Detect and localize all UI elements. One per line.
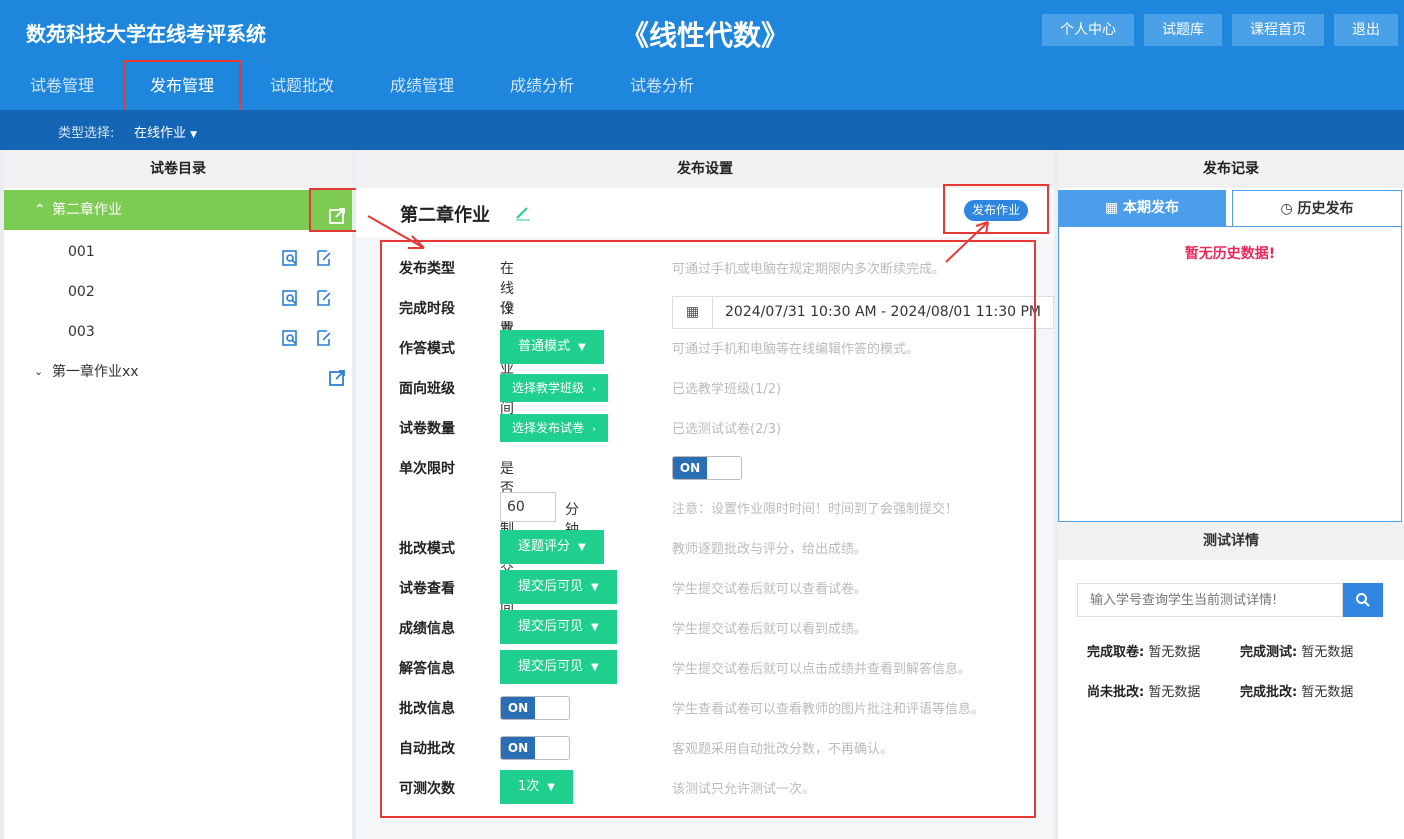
tab-current-publish[interactable]: ▦ 本期发布 (1058, 190, 1226, 226)
clock-icon: ◷ (1280, 201, 1293, 217)
panel-title: 发布记录 (1058, 150, 1404, 188)
empty-state: 暂无历史数据! (1184, 246, 1276, 262)
student-search-input[interactable] (1077, 583, 1343, 617)
stat-test-completed: 完成测试: 暂无数据 (1240, 645, 1354, 660)
calendar-icon: ▦ (1104, 200, 1119, 216)
test-detail-title: 测试详情 (1058, 522, 1404, 560)
search-icon (1356, 593, 1370, 607)
history-list: 暂无历史数据! (1058, 226, 1402, 522)
tab-history-publish[interactable]: ◷ 历史发布 (1232, 190, 1402, 226)
stat-graded: 完成批改: 暂无数据 (1240, 685, 1354, 700)
stat-not-graded: 尚未批改: 暂无数据 (1087, 685, 1201, 700)
search-button[interactable] (1343, 583, 1383, 617)
stat-paper-fetched: 完成取卷: 暂无数据 (1087, 645, 1201, 660)
